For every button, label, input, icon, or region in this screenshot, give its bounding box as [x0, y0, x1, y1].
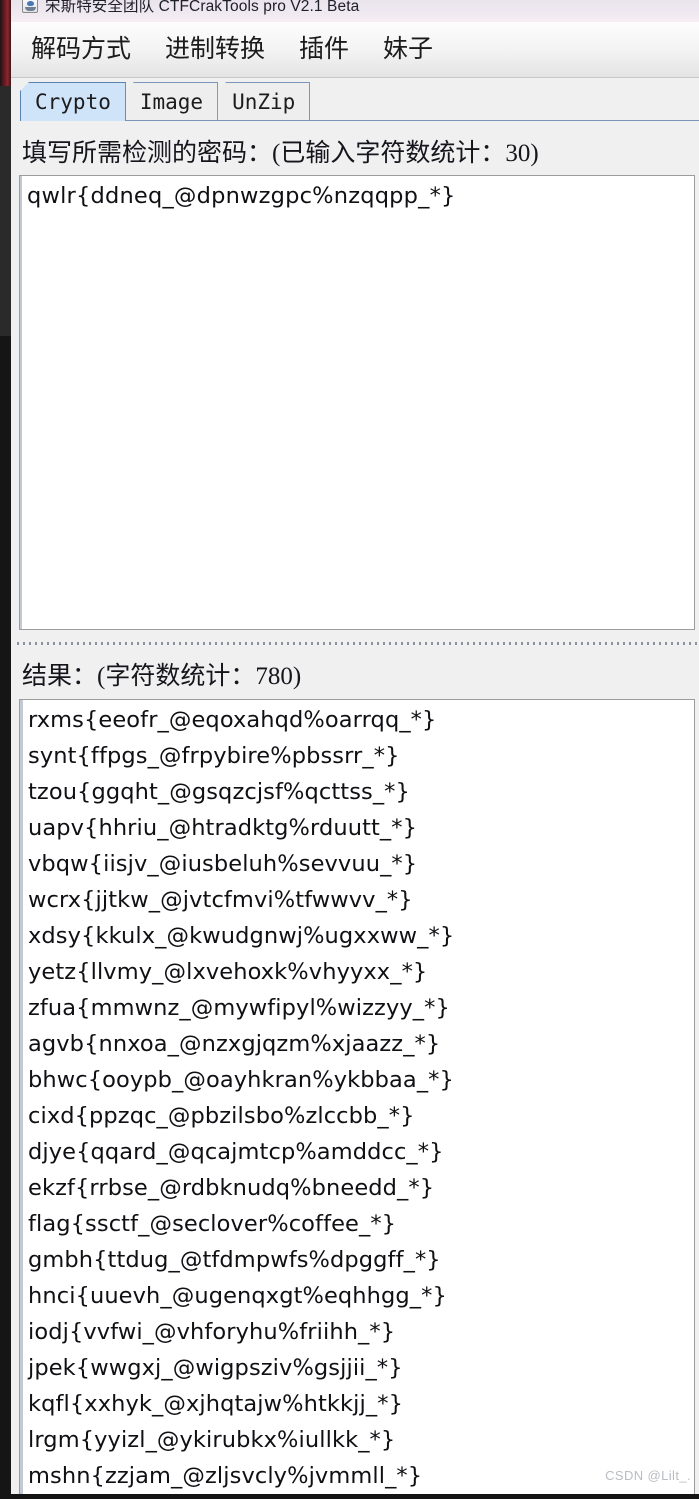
result-line: lrgm{yyizl_@ykirubkx%iullkk_*} [28, 1427, 396, 1453]
split-pane-grip [17, 642, 697, 645]
java-app-icon [22, 0, 38, 13]
result-line: mshn{zzjam_@zljsvcly%jvmmll_*} [28, 1463, 423, 1489]
tab-crypto-label: Crypto [35, 90, 111, 114]
result-line: yetz{llvmy_@lxvehoxk%vhyyxx_*} [28, 959, 428, 985]
result-line: wcrx{jjtkw_@jvtcfmvi%tfwwvv_*} [28, 887, 413, 913]
app-window: 宋斯特安全团队 CTFCrakTools pro V2.1 Beta 解码方式 … [0, 0, 699, 1499]
menu-bar: 解码方式 进制转换 插件 妹子 [11, 22, 699, 78]
window-edge-shadow [0, 86, 11, 336]
window-left-edge [0, 0, 11, 1499]
result-line: tzou{ggqht_@gsqzcjsf%qcttss_*} [28, 779, 410, 805]
result-line: ekzf{rrbse_@rdbknudq%bneedd_*} [28, 1175, 435, 1201]
result-lines-container: rxms{eeofr_@eqoxahqd%oarrqq_*} synt{ffpgs… [28, 702, 692, 1494]
menu-decode-method[interactable]: 解码方式 [31, 37, 131, 62]
window-edge-accent [0, 0, 11, 86]
result-line: djye{qqard_@qcajmtcp%amddcc_*} [28, 1139, 444, 1165]
tab-crypto[interactable]: Crypto [20, 82, 126, 121]
password-input-value: qwlr{ddneq_@dpnwzgpc%nzqqpp_*} [27, 183, 456, 209]
result-line: rxms{eeofr_@eqoxahqd%oarrqq_*} [28, 707, 437, 733]
window-title: 宋斯特安全团队 CTFCrakTools pro V2.1 Beta [45, 0, 360, 15]
menu-girls[interactable]: 妹子 [383, 37, 433, 62]
result-line: gmbh{ttdug_@tfdmpwfs%dpggff_*} [28, 1247, 441, 1273]
tab-image-label: Image [139, 90, 204, 114]
result-line: agvb{nnxoa_@nzxgjqzm%xjaazz_*} [28, 1031, 441, 1057]
result-line: bhwc{ooypb_@oayhkran%ykbbaa_*} [28, 1067, 454, 1093]
tab-strip: Crypto Image UnZip [11, 79, 699, 125]
tab-unzip[interactable]: UnZip [217, 82, 311, 121]
tab-image[interactable]: Image [124, 82, 219, 121]
password-input-area[interactable]: qwlr{ddneq_@dpnwzgpc%nzqqpp_*} [19, 175, 695, 630]
window-bottom-edge [11, 1494, 699, 1499]
result-line: kqfl{xxhyk_@xjhqtajw%htkkjj_*} [28, 1391, 403, 1417]
tab-unzip-label: UnZip [232, 90, 296, 114]
result-output-area[interactable]: rxms{eeofr_@eqoxahqd%oarrqq_*} synt{ffpgs… [19, 699, 695, 1499]
result-line: iodj{vvfwi_@vhforyhu%friihh_*} [28, 1319, 396, 1345]
result-line: zfua{mmwnz_@mywfipyl%wizzyy_*} [28, 995, 450, 1021]
result-line: vbqw{iisjv_@iusbeluh%sevvuu_*} [28, 851, 418, 877]
result-line: cixd{ppzqc_@pbzilsbo%zlccbb_*} [28, 1103, 415, 1129]
result-line: flag{ssctf_@seclover%coffee_*} [28, 1211, 397, 1237]
result-line: synt{ffpgs_@frpybire%pbssrr_*} [28, 743, 400, 769]
input-prompt-label: 填写所需检测的密码：(已输入字符数统计：30) [17, 127, 693, 174]
result-label: 结果：(字符数统计：780) [17, 650, 697, 697]
result-line: uapv{hhriu_@htradktg%rduutt_*} [28, 815, 418, 841]
result-line: hnci{uuevh_@ugenqxgt%eqhhgg_*} [28, 1283, 447, 1309]
title-bar: 宋斯特安全团队 CTFCrakTools pro V2.1 Beta [11, 0, 699, 22]
result-line: xdsy{kkulx_@kwudgnwj%ugxxww_*} [28, 923, 455, 949]
crypto-panel: 填写所需检测的密码：(已输入字符数统计：30) qwlr{ddneq_@dpnw… [11, 125, 699, 1499]
split-pane-divider[interactable] [17, 637, 697, 650]
result-line: jpek{wwgxj_@wigpsziv%gsjjii_*} [28, 1355, 403, 1381]
menu-plugins[interactable]: 插件 [299, 37, 349, 62]
menu-base-convert[interactable]: 进制转换 [165, 37, 265, 62]
